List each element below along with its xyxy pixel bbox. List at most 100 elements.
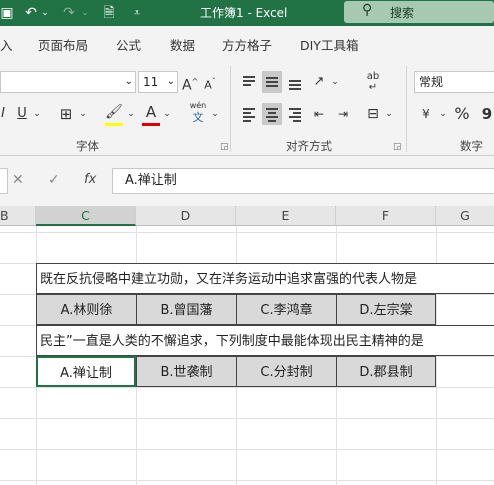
alignment-dialog-launcher-icon[interactable]: ◲ — [393, 142, 402, 152]
grow-font-icon: A — [182, 77, 192, 94]
phonetic-pinyin: wén — [189, 101, 207, 110]
increase-indent-icon: ⇥ — [337, 107, 349, 121]
align-middle-button[interactable] — [262, 71, 282, 93]
underline-dropdown-icon[interactable]: ⌄ — [32, 103, 42, 125]
tab-insert[interactable]: 入 — [0, 35, 13, 54]
phonetic-dropdown-icon[interactable]: ⌄ — [210, 103, 220, 125]
font-color-dropdown-icon[interactable]: ⌄ — [162, 103, 172, 125]
shrink-font-icon: A — [204, 78, 212, 92]
confirm-icon[interactable]: ✓ — [48, 172, 60, 188]
undo-icon[interactable]: ↶ — [22, 3, 40, 23]
merge-center-icon: ⊟ — [367, 106, 379, 122]
shrink-font-button[interactable]: Aˇ — [202, 71, 218, 93]
ribbon: ⌄ 11 ⌄ A^ Aˇ I U ⌄ ⊞ ⌄ 🖌 ⌄ A ⌄ wén 文 ⌄ 字… — [0, 60, 494, 156]
question-1-option-c[interactable]: C.李鸿章 — [236, 294, 337, 325]
align-right-button[interactable] — [286, 103, 304, 125]
comma-icon: 9 — [481, 105, 493, 123]
search-box[interactable]: ⚲ 搜索 — [344, 1, 494, 23]
question-1-option-d[interactable]: D.左宗棠 — [336, 294, 436, 325]
underline-button[interactable]: U — [14, 103, 30, 125]
question-2-option-d[interactable]: D.郡县制 — [336, 356, 436, 387]
merge-center-button[interactable]: ⊟ — [364, 103, 382, 125]
group-divider — [230, 66, 231, 152]
undo-dropdown-icon[interactable]: ⌄ — [40, 3, 50, 23]
increase-indent-button[interactable]: ⇥ — [334, 103, 352, 125]
font-size-combo[interactable]: 11 ⌄ — [138, 71, 178, 93]
column-header-g[interactable]: G — [436, 206, 494, 226]
insert-function-icon[interactable]: fx — [84, 172, 96, 187]
grow-font-button[interactable]: A^ — [182, 71, 198, 94]
name-box[interactable] — [0, 168, 8, 194]
accounting-format-button[interactable]: ¥ — [416, 103, 436, 125]
wrap-text-icon: ab — [366, 71, 380, 82]
question-1-option-b[interactable]: B.曾国藩 — [136, 294, 237, 325]
comma-style-button[interactable]: 9 — [480, 103, 494, 125]
number-format-value: 常规 — [419, 75, 444, 89]
orientation-dropdown-icon[interactable]: ⌄ — [330, 71, 340, 93]
group-divider — [406, 66, 407, 152]
merge-dropdown-icon[interactable]: ⌄ — [384, 103, 394, 125]
accounting-dropdown-icon[interactable]: ⌄ — [438, 103, 448, 125]
font-dialog-launcher-icon[interactable]: ◲ — [220, 142, 229, 152]
italic-button[interactable]: I — [0, 103, 6, 125]
borders-button[interactable]: ⊞ — [56, 103, 76, 125]
customize-qat-icon[interactable]: ⩡ — [130, 3, 144, 23]
column-header-d[interactable]: D — [136, 206, 236, 226]
font-name-combo[interactable]: ⌄ — [0, 71, 136, 93]
cancel-icon[interactable]: ✕ — [12, 172, 24, 188]
align-left-button[interactable] — [240, 103, 258, 125]
currency-icon: ¥ — [422, 107, 430, 121]
phonetic-button[interactable]: wén 文 — [188, 100, 208, 124]
tab-page-layout[interactable]: 页面布局 — [38, 35, 88, 54]
wrap-text-button[interactable]: ab ↵ — [364, 71, 382, 93]
borders-dropdown-icon[interactable]: ⌄ — [78, 103, 88, 125]
worksheet-grid[interactable]: 既在反抗侵略中建立功勋，又在洋务运动中追求富强的代表人物是 A.林则徐 B.曾国… — [0, 226, 494, 485]
number-group-label: 数字 — [460, 139, 483, 153]
column-header-b[interactable]: B — [0, 206, 36, 226]
print-preview-icon[interactable]: 🗎 — [100, 3, 118, 23]
ribbon-tabs: 入 页面布局 公式 数据 方方格子 DIY工具箱 — [0, 26, 494, 60]
underline-icon: U — [17, 106, 27, 121]
orientation-button[interactable]: ↗ — [310, 71, 328, 93]
redo-icon[interactable]: ↷ — [60, 3, 78, 23]
column-header-c[interactable]: C — [36, 206, 136, 226]
formula-input[interactable]: A.禅让制 — [112, 168, 494, 194]
align-top-button[interactable] — [240, 71, 258, 93]
fill-color-swatch — [105, 123, 123, 126]
text-orientation-icon: ↗ — [313, 74, 325, 89]
question-2-option-a[interactable]: A.禅让制 — [36, 356, 136, 387]
tab-fangfang-gezi[interactable]: 方方格子 — [222, 35, 272, 54]
redo-dropdown-icon[interactable]: ⌄ — [80, 3, 90, 23]
percent-style-button[interactable]: % — [452, 103, 472, 125]
number-format-combo[interactable]: 常规 — [414, 71, 494, 93]
question-2-option-c[interactable]: C.分封制 — [236, 356, 337, 387]
alignment-group-label: 对齐方式 — [286, 139, 332, 153]
fill-bucket-icon: 🖌 — [105, 104, 123, 120]
borders-icon: ⊞ — [59, 105, 73, 123]
align-center-button[interactable] — [262, 103, 282, 125]
font-color-button[interactable]: A — [142, 101, 160, 123]
question-2-cell[interactable]: 民主”一直是人类的不懈追求，下列制度中最能体现出民主精神的是 — [36, 325, 494, 356]
decrease-indent-icon: ⇤ — [313, 107, 325, 121]
save-icon[interactable]: ▣ — [0, 3, 14, 23]
tab-formulas[interactable]: 公式 — [116, 35, 141, 54]
align-bottom-button[interactable] — [286, 71, 304, 93]
window-title: 工作簿1 - Excel — [200, 6, 288, 20]
font-color-icon: A — [145, 103, 157, 121]
tab-diy-toolbox[interactable]: DIY工具箱 — [300, 35, 358, 54]
column-header-e[interactable]: E — [236, 206, 336, 226]
font-size-dropdown-icon: ⌄ — [166, 76, 175, 87]
decrease-indent-button[interactable]: ⇤ — [310, 103, 328, 125]
font-color-swatch — [142, 123, 160, 126]
tab-data[interactable]: 数据 — [170, 35, 195, 54]
question-1-cell[interactable]: 既在反抗侵略中建立功勋，又在洋务运动中追求富强的代表人物是 — [36, 263, 494, 294]
column-header-f[interactable]: F — [336, 206, 436, 226]
question-2-option-b[interactable]: B.世袭制 — [136, 356, 237, 387]
fill-color-button[interactable]: 🖌 — [104, 101, 124, 123]
title-bar: ▣ ↶ ⌄ ↷ ⌄ 🗎 ⩡ 工作簿1 - Excel ⚲ 搜索 — [0, 0, 494, 26]
fill-color-dropdown-icon[interactable]: ⌄ — [126, 103, 136, 125]
search-icon: ⚲ — [362, 2, 373, 18]
font-size-value: 11 — [143, 75, 159, 89]
question-1-option-a[interactable]: A.林则徐 — [36, 294, 137, 325]
search-label: 搜索 — [390, 6, 415, 20]
